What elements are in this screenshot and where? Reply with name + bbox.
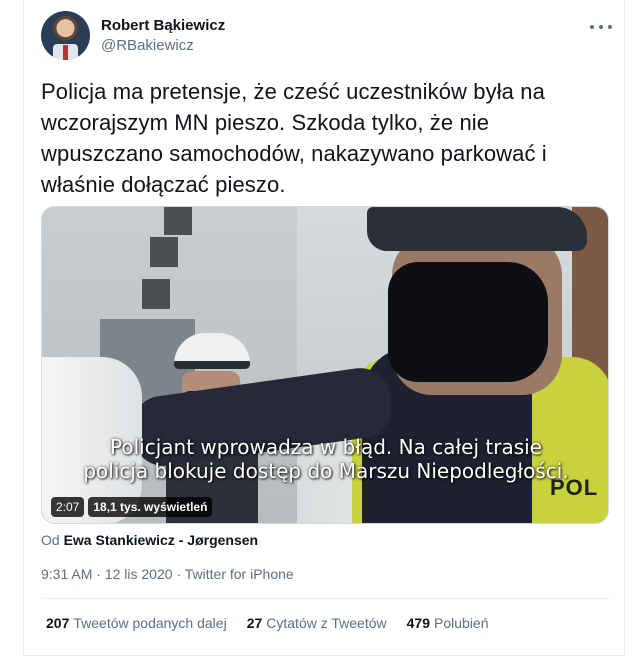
video-attribution: Od Ewa Stankiewicz - Jørgensen [41, 532, 258, 548]
meta-separator: · [176, 566, 185, 582]
author-name[interactable]: Robert Bąkiewicz [101, 17, 225, 34]
author-avatar[interactable] [41, 11, 90, 60]
meta-separator: · [96, 566, 105, 582]
likes-label: Polubień [433, 615, 489, 631]
quotes-count: 27 [246, 615, 263, 631]
retweets-stat[interactable]: 207 Tweetów podanych dalej [46, 615, 227, 631]
building-window [142, 279, 170, 309]
tweet-text: Policja ma pretensje, że cześć uczestnik… [41, 76, 601, 200]
tweet-header: Robert Bąkiewicz @RBakiewicz [41, 10, 621, 62]
dot [608, 25, 612, 29]
quotes-stat[interactable]: 27 Cytatów z Tweetów [247, 615, 387, 631]
tweet-text-line: właśnie dołączać pieszo. [41, 172, 286, 197]
likes-stat[interactable]: 479 Polubień [407, 615, 489, 631]
attribution-source[interactable]: Ewa Stankiewicz - Jørgensen [64, 532, 259, 548]
video-views: 18,1 tys. wyświetleń [88, 497, 213, 517]
video-duration: 2:07 [51, 497, 85, 517]
divider [41, 598, 609, 599]
tweet-client[interactable]: Twitter for iPhone [185, 566, 294, 582]
likes-count: 479 [406, 615, 430, 631]
retweets-count: 207 [46, 615, 70, 631]
building-window [150, 237, 178, 267]
more-options-icon[interactable] [590, 20, 612, 34]
attribution-prefix: Od [41, 532, 64, 548]
tweet-date[interactable]: 12 lis 2020 [105, 566, 173, 582]
avatar-tie [63, 45, 68, 60]
tweet-text-line: wpuszczano samochodów, nakazywano parkow… [41, 141, 547, 166]
video-badges: 2:07 18,1 tys. wyświetleń [51, 497, 213, 517]
retweets-label: Tweetów podanych dalej [73, 615, 227, 631]
tweet-meta: 9:31 AM · 12 lis 2020 · Twitter for iPho… [41, 566, 294, 582]
dot [590, 25, 594, 29]
video-subtitle: policja blokuje dostęp do Marszu Niepodl… [83, 459, 569, 483]
building-window [164, 207, 192, 235]
dot [599, 25, 603, 29]
author-handle[interactable]: @RBakiewicz [101, 37, 194, 54]
quotes-label: Cytatów z Tweetów [266, 615, 387, 631]
video-subtitle: Policjant wprowadza w błąd. Na całej tra… [110, 435, 542, 459]
tweet-time[interactable]: 9:31 AM [41, 566, 92, 582]
video-player[interactable]: POL Policjant wprowadza w błąd. Na całej… [41, 206, 609, 524]
tweet-stats: 207 Tweetów podanych dalej 27 Cytatów z Tw… [46, 615, 508, 631]
tweet-text-line: Policja ma pretensje, że cześć uczestnik… [41, 79, 545, 104]
tweet-text-line: wczorajszym MN pieszo. Szkoda tylko, że … [41, 110, 490, 135]
